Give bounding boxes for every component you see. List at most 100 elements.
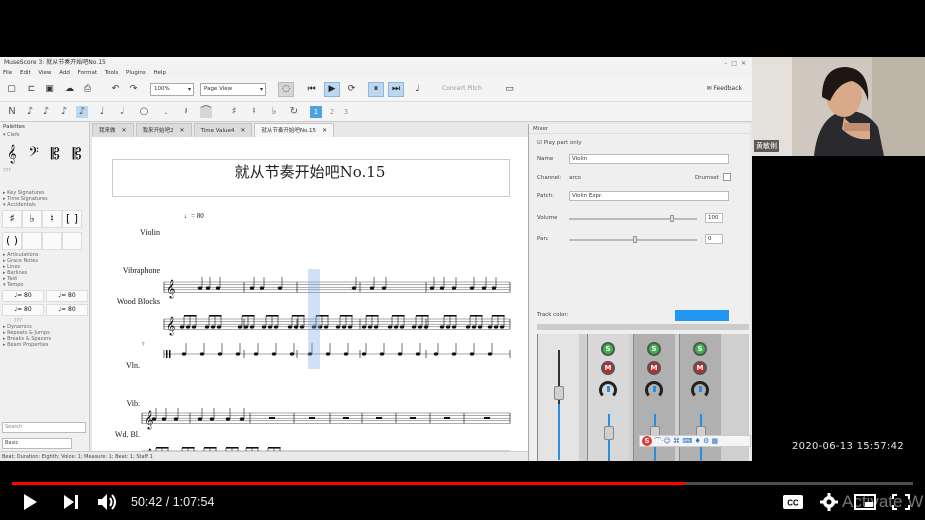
volume-slider-handle[interactable]	[670, 215, 675, 222]
close-icon[interactable]: ✕	[322, 127, 327, 134]
pan-field[interactable]: 0	[705, 234, 723, 244]
volume-field[interactable]: 100	[705, 213, 723, 223]
note-input-toggle[interactable]: ◌	[278, 82, 294, 97]
natural-icon[interactable]: ♮	[42, 210, 62, 228]
quarter-note-icon[interactable]: ♩	[96, 106, 108, 118]
whole-note-icon[interactable]: ○	[138, 106, 150, 118]
new-file-icon[interactable]: ▢	[6, 84, 17, 95]
view-mode-select[interactable]: Page View	[200, 83, 266, 96]
tempo-mark[interactable]: ♩= 80	[46, 304, 88, 316]
feedback-button[interactable]: ✉ Feedback	[706, 85, 742, 92]
flat-icon[interactable]: ♭	[268, 106, 280, 118]
flip-direction-icon[interactable]: ↻	[288, 106, 300, 118]
metronome-icon[interactable]: ♩	[412, 84, 423, 95]
play-part-only-checkbox[interactable]: ☑ Play part only	[537, 140, 582, 146]
cloud-upload-icon[interactable]: ☁	[64, 84, 75, 95]
mute-button[interactable]: M	[601, 361, 615, 375]
menu-tools[interactable]: Tools	[105, 70, 119, 76]
menu-file[interactable]: File	[3, 70, 12, 76]
volume-icon[interactable]	[96, 492, 120, 512]
master-fader-handle[interactable]	[554, 386, 564, 400]
solo-button[interactable]: S	[647, 342, 661, 356]
sharp-icon[interactable]: ♯	[2, 210, 22, 228]
pan-slider-handle[interactable]	[633, 236, 637, 243]
rewind-icon[interactable]: ⏮	[306, 84, 317, 95]
tempo-mark[interactable]: ♩= 80	[46, 290, 88, 302]
tab-score-3[interactable]: Time Value4 ✕	[193, 123, 253, 137]
notehead	[477, 325, 483, 329]
voice-1-button[interactable]: 1	[310, 106, 322, 118]
dot-icon[interactable]: .	[160, 106, 172, 118]
bracket-icon[interactable]: [ ]	[62, 210, 82, 228]
loop-out-button[interactable]: ⏭	[388, 82, 404, 97]
mixer-scrollbar[interactable]	[537, 324, 749, 330]
treble-clef-icon[interactable]: 𝄞	[2, 144, 22, 164]
mute-button[interactable]: M	[693, 361, 707, 375]
close-icon[interactable]: ✕	[240, 127, 245, 134]
loop-in-button[interactable]: ⏸	[368, 82, 384, 97]
voice-2-button[interactable]: 2	[326, 106, 338, 118]
play-icon[interactable]	[20, 492, 40, 512]
tab-score-1[interactable]: 我来做 ✕	[92, 123, 134, 137]
tenor-clef-icon[interactable]: 𝄡	[67, 144, 87, 164]
palette-search-input[interactable]: Search	[2, 422, 86, 433]
volume-slider[interactable]	[569, 218, 697, 220]
play-button[interactable]: ▶	[324, 82, 340, 97]
tie-icon[interactable]: ⌒	[200, 106, 212, 118]
32nd-note-icon[interactable]: ♪	[40, 106, 52, 118]
half-note-icon[interactable]: 𝅗𝅥	[116, 106, 128, 118]
concert-pitch-toggle[interactable]: Concert Pitch	[442, 85, 482, 92]
loop-icon[interactable]: ⟳	[346, 84, 357, 95]
solo-button[interactable]: S	[601, 342, 615, 356]
undo-icon[interactable]: ↶	[110, 84, 121, 95]
alto-clef-icon[interactable]: 𝄡	[46, 144, 66, 164]
menu-add[interactable]: Add	[59, 70, 70, 76]
ime-toolbar[interactable]: S ⌒·☺ ⌘ ⌨ ♦ ⚙ ▦	[639, 435, 751, 447]
mute-button[interactable]: M	[647, 361, 661, 375]
track-color-swatch[interactable]	[675, 310, 729, 321]
name-field[interactable]: Violin	[569, 154, 729, 164]
patch-select[interactable]: Violin Expr.	[569, 191, 729, 201]
tempo-mark[interactable]: ♩= 80	[2, 304, 44, 316]
bass-clef-icon[interactable]: 𝄢	[24, 144, 44, 164]
parentheses-icon[interactable]: ( )	[2, 232, 22, 250]
next-video-icon[interactable]	[62, 494, 80, 510]
sogou-ime-icon[interactable]: S	[642, 436, 652, 446]
16th-note-icon[interactable]: ♪	[58, 106, 70, 118]
note-input-mode-icon[interactable]: N	[6, 106, 18, 118]
double-sharp-icon[interactable]: ♯	[228, 106, 240, 118]
drumset-checkbox[interactable]	[723, 173, 731, 181]
workspace-select[interactable]: Basic	[2, 438, 72, 449]
menu-view[interactable]: View	[38, 70, 51, 76]
eighth-note-icon[interactable]: ♪	[76, 106, 88, 118]
tab-score-2[interactable]: 我来开始吧2 ✕	[135, 123, 192, 137]
progress-bar[interactable]	[12, 482, 913, 485]
tab-score-4[interactable]: 就从节奏开始吧No.15 ✕	[254, 123, 335, 137]
subtitles-icon[interactable]: CC	[782, 494, 804, 510]
notehead	[323, 325, 329, 329]
rest-icon[interactable]: 𝄽	[180, 106, 192, 118]
palette-beam-properties[interactable]: ▸ Beam Properties	[0, 342, 89, 348]
print-icon[interactable]: ⎙	[82, 84, 93, 95]
menu-help[interactable]: Help	[154, 70, 167, 76]
natural-icon[interactable]: ♮	[248, 106, 260, 118]
fader-handle[interactable]	[604, 426, 614, 440]
close-icon[interactable]: ✕	[180, 127, 185, 134]
menu-edit[interactable]: Edit	[20, 70, 31, 76]
open-folder-icon[interactable]: ⊏	[26, 84, 37, 95]
menu-plugins[interactable]: Plugins	[126, 70, 146, 76]
image-capture-icon[interactable]: ▭	[504, 84, 515, 95]
64th-note-icon[interactable]: ♪	[24, 106, 36, 118]
window-controls[interactable]: –□✕	[724, 58, 750, 69]
menu-format[interactable]: Format	[78, 70, 97, 76]
close-icon[interactable]: ✕	[122, 127, 127, 134]
zoom-select[interactable]: 100%	[150, 83, 194, 96]
redo-icon[interactable]: ↷	[128, 84, 139, 95]
solo-button[interactable]: S	[693, 342, 707, 356]
save-icon[interactable]: ▣	[44, 84, 55, 95]
flat-icon[interactable]: ♭	[22, 210, 42, 228]
settings-gear-icon[interactable]	[819, 492, 839, 512]
score-canvas[interactable]: 就从节奏开始吧No.15 Violin Vibraphone Wood Bloc…	[92, 137, 528, 451]
tempo-mark[interactable]: ♩= 80	[2, 290, 44, 302]
voice-3-button[interactable]: 3	[340, 106, 352, 118]
